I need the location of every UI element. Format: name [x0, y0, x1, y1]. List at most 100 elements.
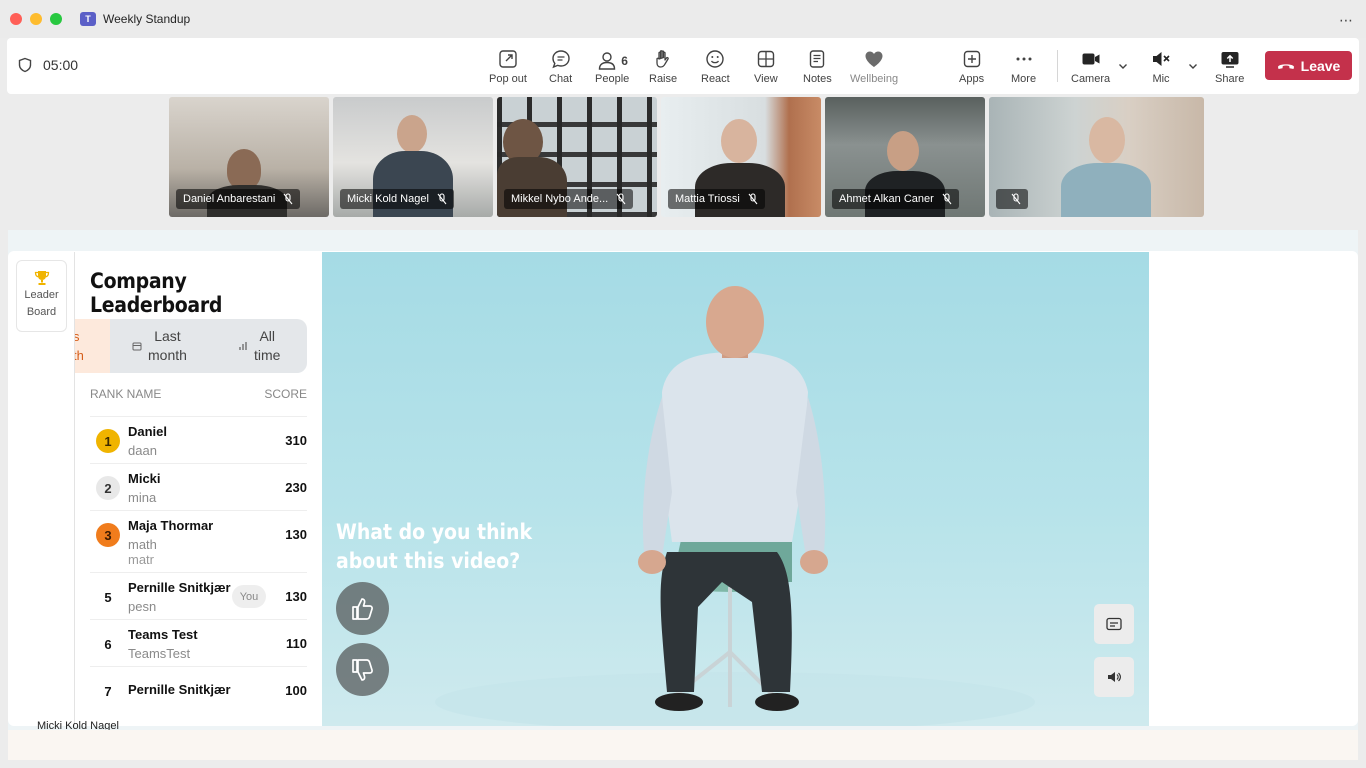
leaderboard-row[interactable]: 6 Teams Test TeamsTest 110 [90, 619, 307, 666]
minimize-window-button[interactable] [30, 13, 42, 25]
wellbeing-label: Wellbeing [850, 73, 899, 85]
participant-tile[interactable]: Ahmet Alkan Caner [825, 97, 985, 217]
participant-video-face [887, 131, 919, 171]
trophy-icon [34, 271, 49, 285]
mic-off-icon [616, 193, 626, 205]
player-username-ghost: matr [128, 552, 154, 567]
all-time-label-line-1: All [259, 328, 275, 344]
calendar-icon [132, 342, 142, 351]
bar-chart-icon [239, 342, 247, 350]
player-score: 100 [285, 683, 307, 698]
camera-options-chevron-down-icon[interactable] [1117, 60, 1129, 72]
leaderboard-tab[interactable]: Leader Board [16, 260, 67, 332]
participant-tile[interactable]: Mattia Triossi [661, 97, 821, 217]
teams-logo-icon: T [80, 12, 96, 26]
maximize-window-button[interactable] [50, 13, 62, 25]
leave-button[interactable]: Leave [1265, 51, 1352, 80]
captions-button[interactable] [1094, 604, 1134, 644]
hand-icon [656, 50, 669, 68]
video-question: What do you think about this video? [336, 518, 532, 576]
notes-button[interactable]: Notes [803, 48, 832, 85]
people-label: People [595, 73, 630, 85]
participant-name: Mikkel Nybo Ande... [511, 193, 609, 205]
more-dots-icon [1016, 57, 1032, 61]
leave-label: Leave [1300, 57, 1341, 74]
rank-name-column-header: RANK NAME [90, 387, 162, 401]
this-month-filter-option[interactable]: s th [75, 319, 110, 373]
filter-cut-text-top: s [75, 329, 80, 344]
rank-number: 7 [104, 683, 112, 699]
participant-video-face [397, 115, 427, 153]
share-screen-icon [1221, 52, 1239, 68]
thumbs-up-button[interactable] [336, 582, 389, 635]
leaderboard-row[interactable]: 3 Maja Thormar math matr 130 [90, 510, 307, 572]
hang-up-phone-icon [1277, 63, 1294, 69]
player-score: 130 [285, 589, 307, 604]
pop-out-button[interactable]: Pop out [489, 48, 527, 85]
toolbar-divider [1057, 50, 1058, 82]
view-button[interactable]: View [754, 48, 778, 85]
video-player[interactable]: What do you think about this video? [322, 252, 1149, 726]
player-username: math [128, 537, 157, 552]
last-month-filter-option[interactable]: Last month [132, 327, 187, 365]
thumbs-down-button[interactable] [336, 643, 389, 696]
mic-options-chevron-down-icon[interactable] [1187, 60, 1199, 72]
leaderboard-title: Company Leaderboard [90, 269, 223, 317]
participant-tile[interactable]: Mikkel Nybo Ande... [497, 97, 657, 217]
apps-button[interactable]: Apps [959, 48, 984, 85]
participant-tile[interactable]: Daniel Anbarestani [169, 97, 329, 217]
add-app-icon [963, 50, 980, 68]
people-count: 6 [621, 53, 628, 68]
rank-number: 5 [104, 589, 112, 605]
mic-off-icon [437, 193, 447, 205]
close-window-button[interactable] [10, 13, 22, 25]
participant-video-face [1089, 117, 1125, 163]
meeting-toolbar: 05:00 Pop out Chat 6 People Raise React … [7, 38, 1359, 94]
player-username: TeamsTest [128, 646, 191, 661]
player-name: Micki [128, 471, 161, 486]
player-score: 110 [286, 636, 307, 651]
more-label: More [1011, 73, 1037, 85]
window-more-icon[interactable]: ⋯ [1339, 12, 1354, 29]
mic-button[interactable]: Mic [1150, 48, 1172, 85]
you-badge: You [232, 585, 266, 608]
react-button[interactable]: React [701, 48, 730, 85]
participant-video-face [227, 149, 261, 189]
participant-tile[interactable]: Micki Kold Nagel [333, 97, 493, 217]
leaderboard-header: RANK NAME SCORE [90, 387, 307, 401]
heart-icon [865, 51, 883, 67]
rank-badge: 2 [96, 476, 120, 500]
participant-tile[interactable] [989, 97, 1204, 217]
share-button[interactable]: Share [1215, 48, 1244, 85]
player-username: mina [128, 490, 157, 505]
volume-button[interactable] [1094, 657, 1134, 697]
participant-video-body [1061, 163, 1151, 217]
smiley-icon [706, 50, 725, 68]
chat-button[interactable]: Chat [549, 48, 572, 85]
participant-name: Daniel Anbarestani [183, 193, 276, 205]
player-name: Daniel [128, 424, 168, 439]
player-username: daan [128, 443, 157, 458]
camera-button[interactable]: Camera [1071, 48, 1110, 85]
leaderboard-row[interactable]: 5 Pernille Snitkjær pesn You 130 [90, 572, 307, 619]
all-time-filter-option[interactable]: All time [238, 327, 280, 365]
leaderboard-row[interactable]: 7 Pernille Snitkjær 100 [90, 666, 307, 713]
video-question-line-2: about this video? [336, 549, 521, 573]
camera-icon [1082, 53, 1100, 65]
mic-off-icon [283, 193, 293, 205]
leaderboard-row[interactable]: 2 Micki mina 230 [90, 463, 307, 510]
view-label: View [754, 73, 778, 85]
raise-hand-button[interactable]: Raise [649, 48, 677, 85]
wellbeing-button[interactable]: Wellbeing [850, 48, 898, 85]
participant-video-face [721, 119, 757, 163]
mic-label: Mic [1152, 73, 1170, 85]
people-button[interactable]: 6 People [595, 48, 629, 85]
participant-name: Micki Kold Nagel [347, 193, 429, 205]
score-column-header: SCORE [264, 387, 307, 401]
leaderboard-row[interactable]: 1 Daniel daan 310 [90, 416, 307, 463]
chat-icon [551, 50, 570, 69]
more-button[interactable]: More [1011, 48, 1036, 85]
player-name: Maja Thormar [128, 518, 214, 533]
thumbs-down-icon [351, 658, 373, 681]
participant-name: Ahmet Alkan Caner [839, 193, 934, 205]
